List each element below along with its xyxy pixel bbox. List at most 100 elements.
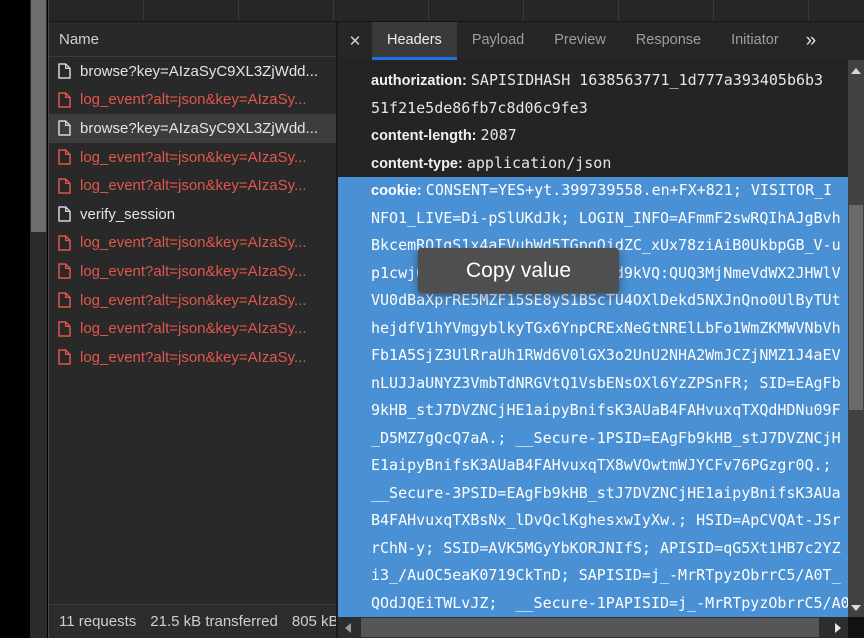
vertical-scrollbar-thumb[interactable]: [849, 205, 863, 410]
header-name: content-type:: [371, 156, 467, 172]
request-row[interactable]: verify_session: [49, 200, 336, 229]
request-name-label: browse?key=AIzaSyC9XL3ZjWdd...: [80, 120, 318, 137]
tab-initiator[interactable]: Initiator: [716, 22, 794, 60]
request-row[interactable]: browse?key=AIzaSyC9XL3ZjWdd...: [49, 57, 336, 86]
document-icon: [58, 235, 71, 251]
request-name-label: log_event?alt=json&key=AIzaSy...: [80, 349, 307, 366]
document-icon: [58, 292, 71, 308]
network-main-area: Name browse?key=AIzaSyC9XL3ZjWdd... log_e…: [49, 22, 864, 638]
scroll-right-icon[interactable]: [835, 623, 841, 633]
devtools-network-panel: Name browse?key=AIzaSyC9XL3ZjWdd... log_e…: [48, 0, 864, 638]
headers-vertical-scrollbar[interactable]: [848, 60, 864, 617]
more-tabs-button[interactable]: »: [794, 22, 829, 60]
header-name: content-length:: [371, 128, 481, 144]
scroll-up-icon[interactable]: [851, 68, 861, 74]
resources-size: 805 kB: [292, 613, 336, 630]
close-icon: ✕: [349, 32, 362, 50]
request-name-label: log_event?alt=json&key=AIzaSy...: [80, 234, 307, 251]
request-row[interactable]: browse?key=AIzaSyC9XL3ZjWdd...: [49, 114, 336, 143]
header-wrap-line: i3_/AuOC5eaK0719CkTnD; SAPISID=j_-MrRTpy…: [338, 562, 848, 590]
more-tabs-icon: »: [806, 30, 817, 52]
request-row[interactable]: log_event?alt=json&key=AIzaSy...: [49, 314, 336, 343]
tab-headers[interactable]: Headers: [372, 22, 457, 60]
request-name-label: log_event?alt=json&key=AIzaSy...: [80, 91, 307, 108]
request-name-label: log_event?alt=json&key=AIzaSy...: [80, 149, 307, 166]
devtools-screenshot: Name browse?key=AIzaSyC9XL3ZjWdd... log_e…: [0, 0, 864, 638]
header-wrap-line: NFO1_LIVE=Di-pSlUKdJk; LOGIN_INFO=AFmmF2…: [338, 205, 848, 233]
document-icon: [58, 349, 71, 365]
request-row[interactable]: log_event?alt=json&key=AIzaSy...: [49, 143, 336, 172]
header-first-line: cookie: CONSENT=YES+yt.399739558.en+FX+8…: [338, 177, 848, 205]
header-value: 2087: [481, 126, 517, 144]
page-vertical-scrollbar[interactable]: [30, 0, 47, 638]
tab-preview[interactable]: Preview: [539, 22, 621, 60]
document-icon: [58, 178, 71, 194]
headers-bottom-row: [338, 617, 864, 638]
scroll-left-icon[interactable]: [345, 623, 351, 633]
header-row-content-length[interactable]: content-length: 2087: [338, 122, 848, 150]
document-icon: [58, 63, 71, 79]
headers-list: authorization: SAPISIDHASH 1638563771_1d…: [338, 60, 848, 617]
name-column-header[interactable]: Name: [49, 22, 336, 57]
headers-horizontal-scrollbar[interactable]: [338, 617, 848, 638]
header-wrap-line: 9kHB_stJ7DVZNCjHE1aipyBnifsK3AUaB4FAHvux…: [338, 397, 848, 425]
header-wrap-line: 51f21e5de86fb7c8d06c9fe3: [338, 95, 848, 123]
request-row[interactable]: log_event?alt=json&key=AIzaSy...: [49, 171, 336, 200]
tab-response[interactable]: Response: [621, 22, 716, 60]
document-icon: [58, 206, 71, 222]
header-wrap-line: rChN-y; SSID=AVK5MGyYbKORJNIfS; APISID=q…: [338, 535, 848, 563]
request-name-label: log_event?alt=json&key=AIzaSy...: [80, 177, 307, 194]
request-name-label: log_event?alt=json&key=AIzaSy...: [80, 263, 307, 280]
scrollbar-corner: [848, 617, 864, 638]
request-row[interactable]: log_event?alt=json&key=AIzaSy...: [49, 286, 336, 315]
close-detail-button[interactable]: ✕: [338, 22, 372, 60]
request-detail-panel: ✕ HeadersPayloadPreviewResponseInitiator…: [338, 22, 864, 638]
network-status-bar: 11 requests 21.5 kB transferred 805 kB: [49, 604, 336, 638]
header-row-cookie[interactable]: cookie: CONSENT=YES+yt.399739558.en+FX+8…: [338, 177, 848, 617]
copy-value-tooltip[interactable]: Copy value: [418, 248, 619, 293]
header-row-content-type[interactable]: content-type: application/json: [338, 150, 848, 178]
document-icon: [58, 92, 71, 108]
header-value: CONSENT=YES+yt.399739558.en+FX+821; VISI…: [426, 181, 832, 199]
header-value: application/json: [467, 154, 612, 172]
header-wrap-line: B4FAHvuxqTXBsNx_lDvQclKghesxwIyXw.; HSID…: [338, 507, 848, 535]
detail-tab-bar: ✕ HeadersPayloadPreviewResponseInitiator…: [338, 22, 864, 60]
request-name-label: verify_session: [80, 206, 175, 223]
page-scrollbar-thumb[interactable]: [31, 0, 46, 232]
document-icon: [58, 120, 71, 136]
header-wrap-line: QOdJQEiTWLvJZ; __Secure-1PAPISID=j_-MrRT…: [338, 590, 848, 618]
header-first-line: content-type: application/json: [338, 150, 848, 178]
request-row[interactable]: log_event?alt=json&key=AIzaSy...: [49, 343, 336, 372]
header-row-authorization[interactable]: authorization: SAPISIDHASH 1638563771_1d…: [338, 67, 848, 122]
header-wrap-line: Fb1A5SjZ3UlRraUh1RWd6V0lGX3o2UnU2NHA2WmJ…: [338, 342, 848, 370]
header-first-line: content-length: 2087: [338, 122, 848, 150]
document-icon: [58, 321, 71, 337]
tab-payload[interactable]: Payload: [457, 22, 539, 60]
header-name: authorization:: [371, 73, 471, 89]
document-icon: [58, 149, 71, 165]
header-name: cookie:: [371, 183, 426, 199]
scroll-down-icon[interactable]: [851, 605, 861, 611]
request-count: 11 requests: [59, 613, 136, 630]
request-row[interactable]: log_event?alt=json&key=AIzaSy...: [49, 229, 336, 258]
headers-content-row: authorization: SAPISIDHASH 1638563771_1d…: [338, 60, 864, 617]
header-wrap-line: nLUJJaUNYZ3VmbTdNRGVtQ1VsbENsOXl6YzZPSnF…: [338, 370, 848, 398]
request-name-label: log_event?alt=json&key=AIzaSy...: [80, 320, 307, 337]
requests-panel: Name browse?key=AIzaSyC9XL3ZjWdd... log_e…: [49, 22, 338, 638]
header-first-line: authorization: SAPISIDHASH 1638563771_1d…: [338, 67, 848, 95]
header-wrap-line: E1aipyBnifsK3AUaB4FAHvuxqTX8wVOwtmWJYCFv…: [338, 452, 848, 480]
document-icon: [58, 263, 71, 279]
request-row[interactable]: log_event?alt=json&key=AIzaSy...: [49, 86, 336, 115]
header-wrap-line: hejdfV1hYVmgyblkyTGx6YnpCRExNeGtNRElLbFo…: [338, 315, 848, 343]
detail-tabs: HeadersPayloadPreviewResponseInitiator: [372, 22, 794, 60]
request-list: browse?key=AIzaSyC9XL3ZjWdd... log_event?…: [49, 57, 336, 604]
request-name-label: browse?key=AIzaSyC9XL3ZjWdd...: [80, 63, 318, 80]
network-overview-timeline[interactable]: [49, 0, 864, 22]
transferred-size: 21.5 kB transferred: [150, 613, 278, 630]
horizontal-scrollbar-thumb[interactable]: [361, 618, 819, 637]
request-row[interactable]: log_event?alt=json&key=AIzaSy...: [49, 257, 336, 286]
header-wrap-line: _D5MZ7gQcQ7aA.; __Secure-1PSID=EAgFb9kHB…: [338, 425, 848, 453]
request-name-label: log_event?alt=json&key=AIzaSy...: [80, 292, 307, 309]
header-value: SAPISIDHASH 1638563771_1d777a393405b6b3: [471, 71, 823, 89]
header-wrap-line: __Secure-3PSID=EAgFb9kHB_stJ7DVZNCjHE1ai…: [338, 480, 848, 508]
